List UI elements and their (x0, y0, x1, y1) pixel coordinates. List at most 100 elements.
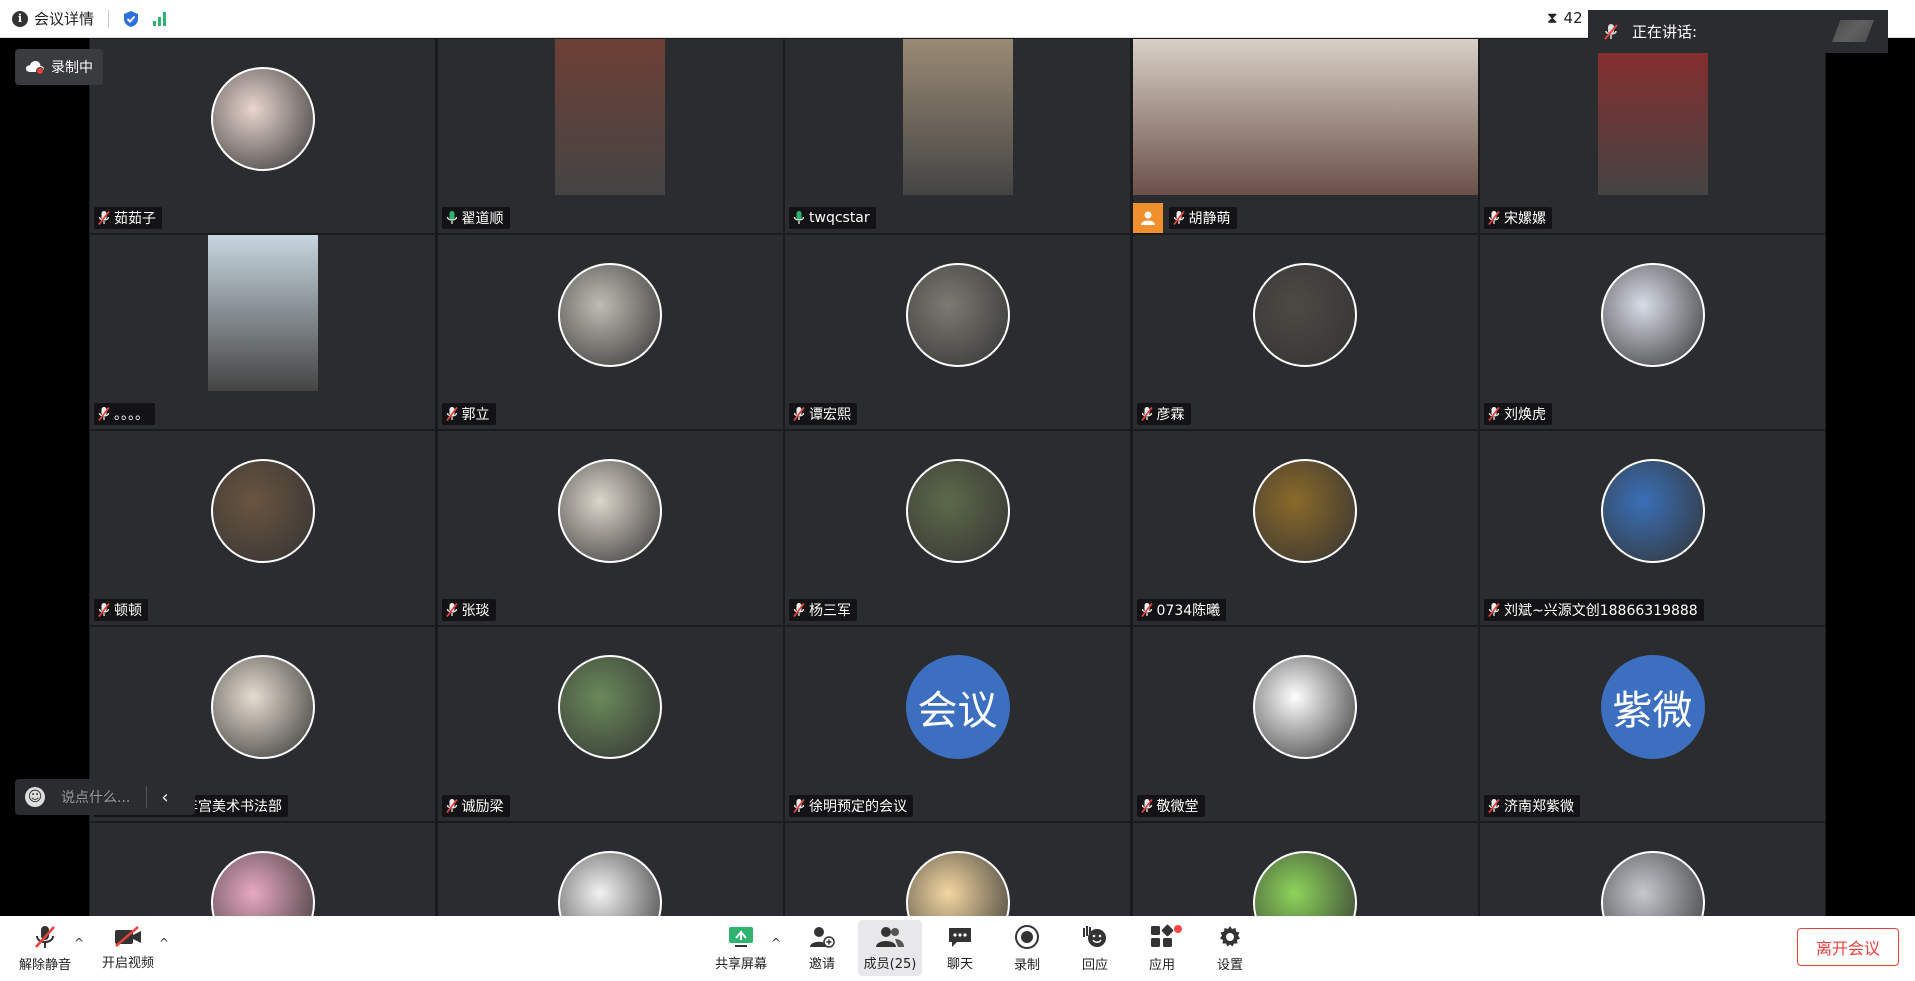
emoji-icon[interactable]: ☺ (25, 787, 45, 807)
video-options-caret-icon[interactable]: ^ (159, 936, 169, 950)
participant-tile[interactable]: 宋嫘嫘 (1479, 38, 1826, 234)
participant-tile[interactable]: 张琰 (436, 430, 784, 626)
mic-off-icon (793, 798, 805, 814)
participant-tile[interactable]: 胡静萌 (1131, 38, 1479, 234)
share-screen-button[interactable]: 共享屏幕 (708, 920, 774, 976)
participant-tile[interactable] (1131, 822, 1479, 916)
participant-avatar (1253, 655, 1357, 759)
participant-name: 张琰 (461, 603, 490, 619)
invite-label: 邀请 (808, 956, 835, 972)
participant-tile[interactable]: 紫微 济南郑紫微 (1479, 626, 1826, 822)
network-signal-icon[interactable] (153, 11, 167, 26)
share-screen-label: 共享屏幕 (714, 956, 767, 972)
react-label: 回应 (1081, 957, 1108, 973)
chat-bubble-icon (949, 927, 971, 947)
participant-tile[interactable] (89, 822, 436, 916)
participant-tile[interactable] (1479, 822, 1826, 916)
record-button[interactable]: 录制 (995, 920, 1059, 976)
chat-label: 聊天 (946, 956, 973, 972)
meeting-toolbar: 解除静音 ^ 开启视频 ^ 共享屏幕 ^ 邀请 成员(25) 聊天 录制 回应 … (0, 916, 1915, 981)
participant-tile[interactable] (784, 822, 1131, 916)
mic-off-icon (98, 406, 110, 422)
mic-off-icon (1488, 602, 1500, 618)
participant-tile[interactable]: 杨三军 (784, 430, 1131, 626)
unmute-button[interactable]: 解除静音 (12, 920, 78, 976)
participant-name-tag: twqcstar (789, 207, 876, 229)
react-button[interactable]: 回应 (1063, 920, 1127, 976)
camera-off-icon (115, 925, 141, 947)
participant-avatar (1253, 459, 1357, 563)
recording-indicator[interactable]: 录制中 (15, 49, 103, 85)
participant-tile[interactable]: 诚励梁 (436, 626, 784, 822)
participant-name-tag: 茹茹子 (94, 207, 162, 229)
mic-off-icon (1140, 798, 1153, 814)
start-video-button[interactable]: 开启视频 (96, 920, 160, 976)
members-icon (876, 926, 904, 947)
participant-tile[interactable]: 茹茹子 (89, 38, 436, 234)
meeting-details-link[interactable]: 会议详情 (34, 8, 94, 29)
apps-button[interactable]: 应用 (1130, 920, 1194, 976)
timer-value: 42 (1563, 9, 1583, 27)
participant-tile[interactable]: 翟道顺 (436, 38, 784, 234)
participant-tile[interactable]: 郭立 (436, 234, 784, 430)
chevron-left-icon[interactable]: ‹ (161, 787, 168, 808)
cloud-record-icon (26, 61, 44, 75)
participant-tile[interactable]: twqcstar (784, 38, 1131, 234)
participant-name-tag: 。。。。 (94, 403, 155, 425)
participant-name-tag: 翟道顺 (441, 207, 510, 229)
share-options-caret-icon[interactable]: ^ (771, 936, 781, 950)
participant-name-tag: 顿顿 (94, 599, 148, 621)
participant-name: twqcstar (809, 210, 870, 226)
participant-tile[interactable]: 顿顿 (89, 430, 436, 626)
record-label: 录制 (1013, 957, 1040, 973)
settings-button[interactable]: 设置 (1198, 920, 1262, 976)
members-button[interactable]: 成员(25) (858, 920, 922, 976)
participant-name: 谭宏熙 (809, 407, 851, 423)
hand-emoji-icon (1083, 925, 1106, 947)
participant-name-tag: 敬微堂 (1136, 795, 1205, 817)
info-icon[interactable]: i (12, 10, 28, 27)
mic-off-icon (1488, 210, 1500, 226)
participant-avatar (905, 459, 1010, 563)
participant-video (1132, 39, 1478, 195)
participant-name-tag: 郭立 (441, 403, 496, 425)
participant-name: 茹茹子 (114, 211, 156, 227)
participant-tile[interactable] (436, 822, 784, 916)
chat-quick-input[interactable]: ☺ 说点什么... ‹ (15, 779, 195, 815)
leave-meeting-button[interactable]: 离开会议 (1797, 928, 1899, 966)
participant-avatar (1253, 263, 1357, 367)
chat-button[interactable]: 聊天 (928, 920, 992, 976)
participant-avatar (1600, 459, 1705, 563)
members-label: 成员(25) (863, 956, 917, 972)
chat-placeholder[interactable]: 说点什么... (61, 787, 130, 807)
participant-name: 胡静萌 (1188, 211, 1231, 227)
avatar-text: 会议 (917, 688, 998, 734)
participant-tile[interactable]: 刘焕虎 (1479, 234, 1826, 430)
participant-name-tag: 徐明预定的会议 (789, 795, 913, 817)
mic-off-icon (1488, 798, 1500, 814)
speaking-indicator: 正在讲话: (1588, 10, 1888, 53)
participant-tile[interactable]: 谭宏熙 (784, 234, 1131, 430)
participant-tile[interactable]: 敬微堂 (1131, 626, 1479, 822)
speaker-thumbnail (1832, 20, 1874, 42)
participant-name: 诚励梁 (461, 799, 504, 815)
participant-name-tag: 张琰 (441, 599, 496, 621)
participant-tile[interactable]: 。。。。 (89, 234, 436, 430)
participant-tile[interactable]: 会议徐明预定的会议 (784, 626, 1131, 822)
participant-tile[interactable]: 彦霖 (1131, 234, 1479, 430)
participant-name-tag: 胡静萌 (1168, 207, 1237, 229)
participant-avatar (558, 655, 662, 759)
participant-tile[interactable]: 刘斌~兴源文创18866319888 (1479, 430, 1826, 626)
hourglass-icon: ⧗ (1547, 9, 1558, 27)
mic-off-icon (445, 406, 458, 422)
start-video-label: 开启视频 (101, 955, 154, 971)
speaking-label: 正在讲话: (1632, 23, 1698, 41)
participant-name: 敬微堂 (1156, 799, 1199, 815)
shield-icon[interactable] (123, 10, 139, 28)
divider (146, 786, 148, 808)
participant-tile[interactable]: 0734陈曦 (1131, 430, 1479, 626)
mic-off-icon (445, 798, 458, 814)
audio-options-caret-icon[interactable]: ^ (74, 936, 84, 950)
mic-off-icon (1604, 23, 1618, 40)
invite-button[interactable]: 邀请 (790, 920, 854, 976)
